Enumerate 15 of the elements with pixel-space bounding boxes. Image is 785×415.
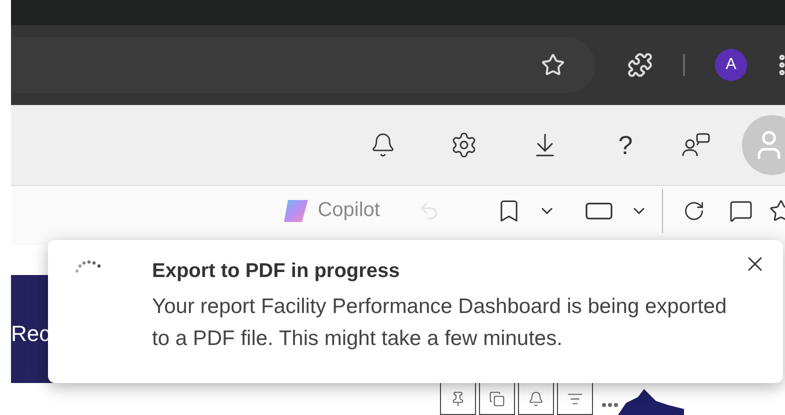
banner-title: Rec [11, 320, 50, 347]
star-icon[interactable] [541, 53, 565, 77]
pin-icon[interactable] [440, 383, 476, 415]
bell-icon[interactable] [518, 383, 554, 415]
help-button[interactable]: ? [585, 130, 666, 160]
refresh-icon[interactable] [683, 200, 705, 222]
toast-title: Export to PDF in progress [152, 260, 401, 283]
filter-icon[interactable] [557, 383, 593, 415]
profile-avatar[interactable]: A [715, 49, 747, 81]
toast-message: Your report Facility Performance Dashboard is being exported to a PDF file. This might take a few minutes. [152, 294, 728, 352]
comment-icon[interactable] [729, 198, 753, 222]
spinner-icon [74, 258, 102, 274]
puzzle-icon[interactable] [627, 52, 653, 78]
copilot-icon [282, 198, 310, 224]
copy-icon[interactable] [479, 383, 515, 415]
